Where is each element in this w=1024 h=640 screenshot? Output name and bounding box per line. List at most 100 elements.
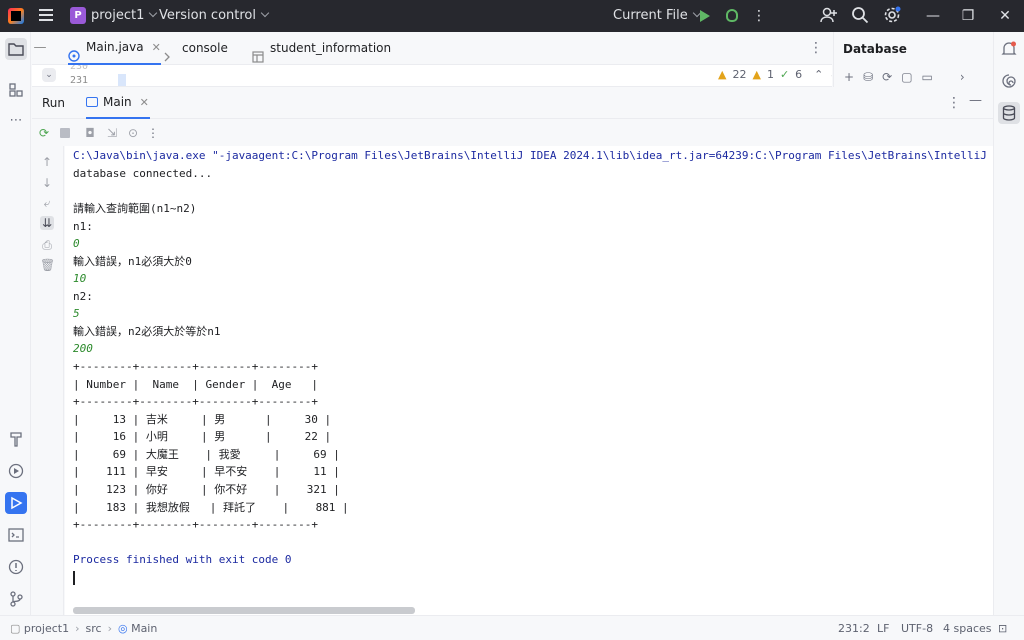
trash-icon[interactable]: 🗑 <box>40 258 55 272</box>
restore-icon[interactable]: ❐ <box>958 6 978 26</box>
console-line: C:\Java\bin\java.exe "-javaagent:C:\Prog… <box>73 149 993 162</box>
print-icon[interactable]: ⎙ <box>40 238 54 252</box>
run-options-icon[interactable]: ⋮ <box>946 93 962 113</box>
database-tool-icon[interactable] <box>998 102 1020 124</box>
camera-icon[interactable]: ◘ <box>83 126 97 140</box>
tab-options-icon[interactable]: ⋮ <box>808 38 824 58</box>
tab-console[interactable]: console <box>164 32 228 65</box>
terminal-icon[interactable] <box>5 524 27 546</box>
stop-icon[interactable] <box>58 126 72 140</box>
console-line: n1: <box>73 220 93 233</box>
project-folder-icon[interactable] <box>5 38 27 60</box>
editor-tab-bar: — Main.java ✕ console student_informatio… <box>32 32 832 65</box>
database-panel: Database + ⛁ ⟳ ▢ ▭ › <box>833 32 993 87</box>
file-encoding[interactable]: UTF-8 <box>901 622 933 635</box>
arrow-down-icon[interactable]: ↓ <box>40 176 54 190</box>
line-number: 230 <box>70 65 89 72</box>
add-icon[interactable]: + <box>844 70 854 84</box>
weak-warning-count: 1 <box>766 68 774 81</box>
lock-icon[interactable]: ⊡ <box>998 622 1007 635</box>
project-badge[interactable]: P <box>70 7 86 24</box>
structure-icon[interactable] <box>5 79 27 101</box>
indent-setting[interactable]: 4 spaces <box>943 622 992 635</box>
inspection-widget[interactable]: ▲ 22 ▲ 1 ✓ 6 ⌃ ⌄ <box>718 68 832 81</box>
notifications-bell-icon[interactable] <box>998 38 1020 60</box>
rerun-icon[interactable]: ⟳ <box>37 126 51 140</box>
database-title: Database <box>843 42 907 56</box>
close-window-icon[interactable]: ✕ <box>995 6 1015 26</box>
current-line-highlight <box>118 74 126 86</box>
line-ending[interactable]: LF <box>877 622 889 635</box>
console-input: 0 <box>73 237 80 250</box>
more-actions-icon[interactable]: ⋮ <box>749 6 769 26</box>
version-control-menu[interactable]: Version control <box>159 8 270 23</box>
add-user-icon[interactable] <box>819 6 839 26</box>
right-tool-strip <box>993 32 1024 615</box>
scroll-to-end-icon[interactable]: ⇊ <box>40 216 54 230</box>
status-bar: ▢ project1 › src › ◎ Main 231:2 LF UTF-8 4 s… <box>0 615 1024 640</box>
more-tools-icon[interactable]: ⋯ <box>5 110 27 132</box>
arrow-up-icon[interactable]: ↑ <box>40 155 54 169</box>
horizontal-scrollbar[interactable] <box>73 607 415 614</box>
debug-button[interactable] <box>722 6 742 26</box>
run-tool-icon[interactable] <box>5 492 27 514</box>
chevron-down-icon[interactable]: ⌄ <box>829 68 832 81</box>
soft-wrap-icon[interactable]: ⤶ <box>40 196 54 210</box>
table-border: +--------+--------+--------+--------+ <box>73 395 319 408</box>
code-editor[interactable]: ⌄ 230 231 ▲ 22 ▲ 1 ✓ 6 ⌃ ⌄ <box>32 65 832 87</box>
breadcrumb-project[interactable]: project1 <box>24 622 69 635</box>
build-hammer-icon[interactable] <box>5 428 27 450</box>
table-row: | 13 | 吉米 | 男 | 30 | <box>73 413 332 426</box>
expand-editor-icon[interactable]: ⌄ <box>42 68 56 82</box>
tab-label: Main.java <box>86 40 144 54</box>
title-bar: P project1 Version control Current File … <box>0 0 1024 32</box>
settings-icon[interactable] <box>883 6 903 26</box>
ai-assistant-spiral-icon[interactable] <box>998 70 1020 92</box>
tab-student-information[interactable]: student_information <box>252 32 391 65</box>
console-input: 5 <box>73 307 80 320</box>
chevron-down-icon <box>149 8 158 18</box>
collapse-editor-icon[interactable]: — <box>30 38 50 58</box>
hide-panel-icon[interactable]: — <box>969 93 982 108</box>
tab-label: student_information <box>270 41 392 55</box>
schema-icon[interactable]: ▢ <box>901 70 912 84</box>
table-row: | 111 | 早安 | 早不安 | 11 | <box>73 465 340 478</box>
breadcrumb-main[interactable]: Main <box>131 622 157 635</box>
line-number: 231 <box>70 75 89 86</box>
close-run-tab-icon[interactable]: ✕ <box>140 96 149 109</box>
console-output[interactable]: C:\Java\bin\java.exe "-javaagent:C:\Prog… <box>65 146 993 615</box>
chevron-right-icon[interactable]: › <box>960 70 965 84</box>
project-selector[interactable]: project1 <box>91 8 158 23</box>
weak-warning-icon: ▲ <box>752 68 761 81</box>
check-icon: ✓ <box>779 68 790 81</box>
run-config-selector[interactable]: Current File <box>613 8 701 23</box>
caret-position[interactable]: 231:2 <box>838 622 870 635</box>
console-line: n2: <box>73 290 93 303</box>
search-icon[interactable] <box>851 6 871 26</box>
console-jump-icon[interactable]: ▭ <box>922 70 933 84</box>
close-tab-icon[interactable]: ✕ <box>152 31 161 64</box>
main-menu-icon[interactable] <box>39 9 53 21</box>
database-toolbar: + ⛁ ⟳ ▢ ▭ › <box>844 70 965 84</box>
services-icon[interactable] <box>5 460 27 482</box>
refresh-icon[interactable]: ⟳ <box>882 70 892 84</box>
intellij-logo-icon[interactable] <box>8 8 24 24</box>
problems-icon[interactable] <box>5 556 27 578</box>
table-border: +--------+--------+--------+--------+ <box>73 360 319 373</box>
console-input: 200 <box>73 342 93 355</box>
run-more-icon[interactable]: ⋮ <box>146 126 160 140</box>
console-side-toolbar: ↑ ↓ ⤶ ⇊ ⎙ 🗑 <box>32 146 64 615</box>
datasource-properties-icon[interactable]: ⛁ <box>863 70 873 84</box>
run-tab-main[interactable]: Main ✕ <box>86 87 150 119</box>
tab-main-java[interactable]: Main.java ✕ <box>68 32 161 65</box>
chevron-up-icon[interactable]: ⌃ <box>814 68 823 81</box>
run-button[interactable] <box>695 6 715 26</box>
breadcrumb-src[interactable]: src <box>86 622 102 635</box>
minimize-icon[interactable]: — <box>923 6 943 26</box>
run-toolbar: ⟳ ◘ ⇲ ⊙ ⋮ <box>32 120 993 146</box>
chevron-right-icon: › <box>75 622 80 635</box>
tab-label: console <box>182 41 228 55</box>
inspect-icon[interactable]: ⊙ <box>126 126 140 140</box>
git-icon[interactable] <box>5 588 27 610</box>
export-icon[interactable]: ⇲ <box>105 126 119 140</box>
